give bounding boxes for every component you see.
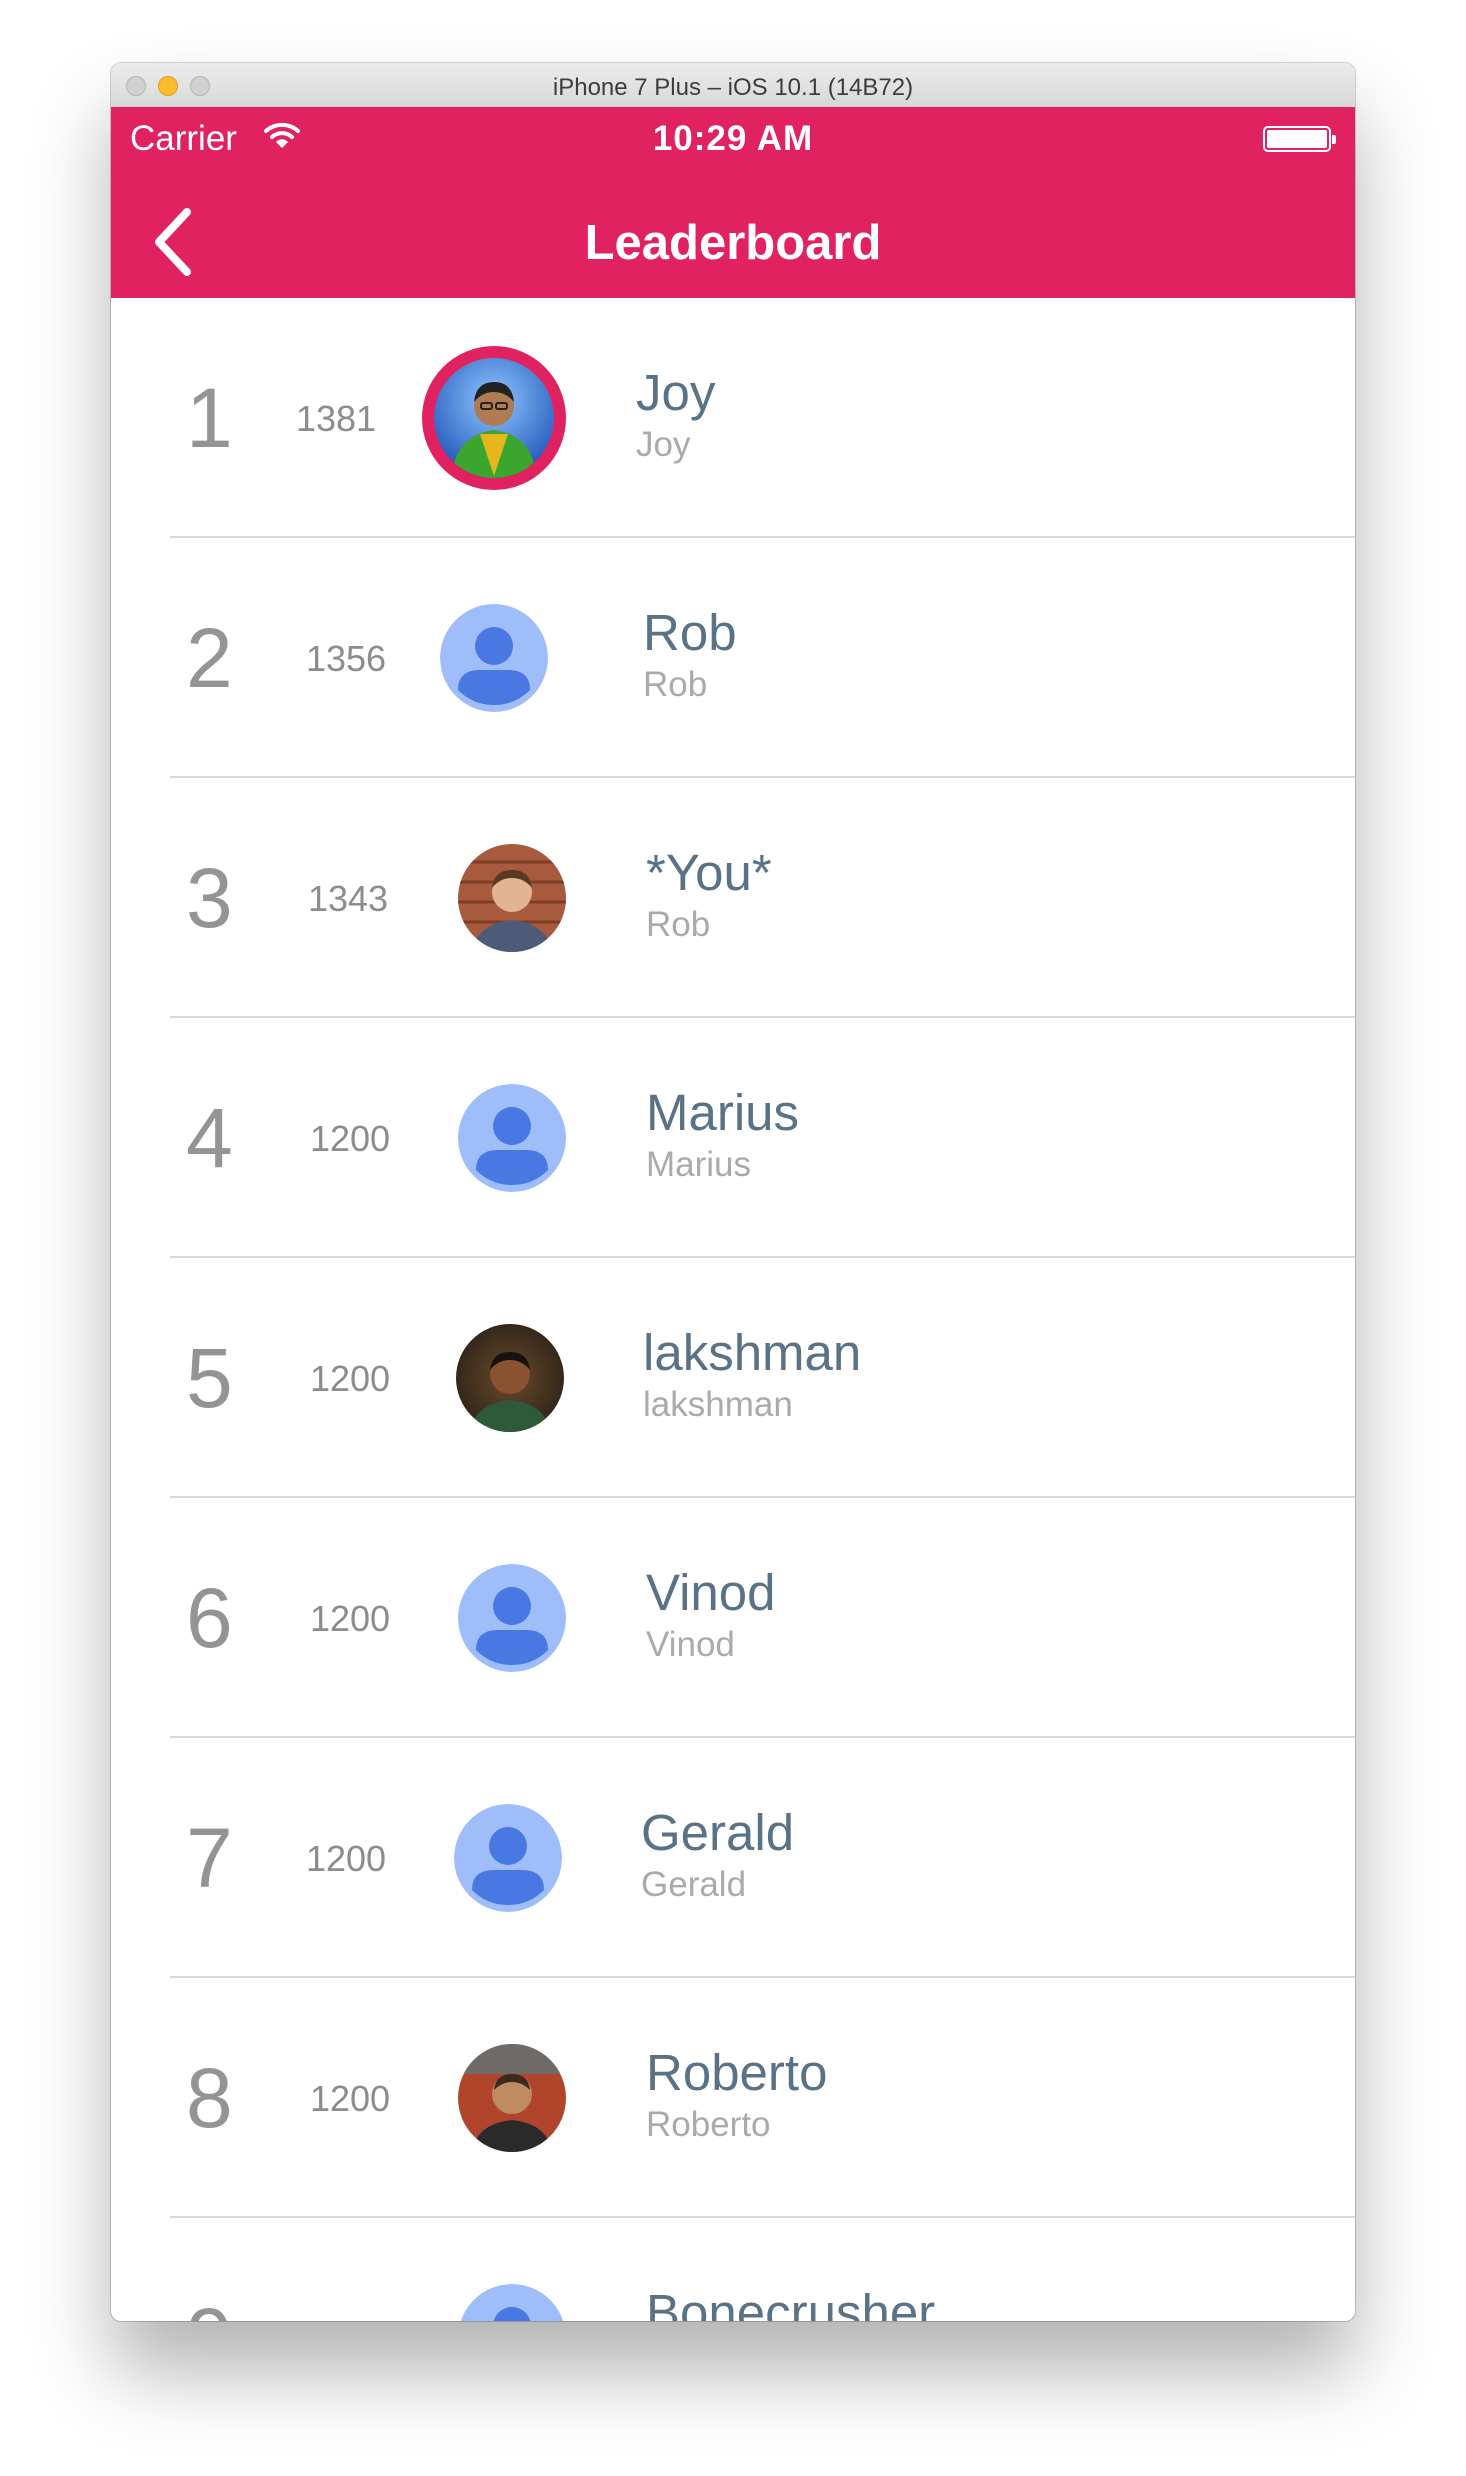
simulator-window: iPhone 7 Plus – iOS 10.1 (14B72) Carrier… xyxy=(111,63,1355,2321)
rank-number: 8 xyxy=(186,2051,233,2145)
default-avatar xyxy=(454,1804,562,1912)
score-value: 1200 xyxy=(309,2078,391,2119)
leaderboard-row[interactable]: 5 1200 lakshman lakshman xyxy=(111,1258,1355,1498)
leaderboard-row[interactable]: 7 1200 Gerald Gerald xyxy=(111,1738,1355,1978)
leaderboard-row[interactable]: 8 1200 Roberto Roberto xyxy=(111,1978,1355,2218)
score-value: 1200 xyxy=(309,1118,391,1159)
rank-number: 5 xyxy=(186,1331,233,1425)
avatar-highlighted xyxy=(422,346,566,490)
rank-number: 4 xyxy=(186,1091,233,1185)
player-name: Rob xyxy=(643,604,737,661)
user-icon xyxy=(440,604,548,712)
avatar xyxy=(456,1324,564,1432)
player-name: Roberto xyxy=(646,2044,828,2101)
leaderboard-list: 1 1381 Joy Joy 2 1356 Rob Rob 3 1343 *Yo… xyxy=(111,298,1355,2321)
score-value: 1343 xyxy=(307,878,389,919)
player-name: lakshman xyxy=(643,1324,862,1381)
user-icon xyxy=(460,2284,564,2321)
user-icon xyxy=(454,1804,562,1912)
player-username: Gerald xyxy=(641,1865,747,1904)
default-avatar xyxy=(458,1564,566,1672)
avatar xyxy=(458,2044,566,2152)
default-avatar xyxy=(458,2284,566,2321)
player-username: Joy xyxy=(636,425,691,464)
rank-number: 2 xyxy=(186,611,233,705)
page-title: Leaderboard xyxy=(584,216,882,270)
player-username: Vinod xyxy=(646,1625,735,1664)
player-name: Joy xyxy=(636,364,716,421)
leaderboard-row[interactable]: 6 1200 Vinod Vinod xyxy=(111,1498,1355,1738)
profile-photo xyxy=(434,358,554,478)
leaderboard-row[interactable]: 1 1381 Joy Joy xyxy=(111,298,1355,538)
player-name: Vinod xyxy=(646,1564,776,1621)
rank-number: 7 xyxy=(186,1811,233,1905)
window-titlebar: iPhone 7 Plus – iOS 10.1 (14B72) xyxy=(111,63,1355,108)
battery-icon xyxy=(1263,126,1336,152)
score-value: 1200 xyxy=(309,1598,391,1639)
rank-number: 3 xyxy=(186,851,233,945)
player-username: Rob xyxy=(643,665,708,704)
player-username: Marius xyxy=(646,1145,752,1184)
default-avatar xyxy=(458,1084,566,1192)
app-header: Carrier 10:29 AM Leaderboard xyxy=(111,107,1355,298)
score-value: 1200 xyxy=(305,1838,387,1879)
profile-photo xyxy=(458,2044,566,2152)
user-icon xyxy=(458,1084,566,1192)
window-title: iPhone 7 Plus – iOS 10.1 (14B72) xyxy=(552,74,914,101)
player-username: lakshman xyxy=(643,1385,793,1424)
player-name: Marius xyxy=(646,1084,800,1141)
rank-number: 1 xyxy=(186,371,233,465)
avatar xyxy=(458,844,566,952)
leaderboard-row[interactable]: 9 Bonecrusher xyxy=(111,2218,1355,2321)
user-icon xyxy=(458,1564,566,1672)
score-value: 1200 xyxy=(309,1358,391,1399)
back-button[interactable] xyxy=(145,204,205,280)
rank-number: 9 xyxy=(186,2293,266,2321)
leaderboard-row[interactable]: 3 1343 *You* Rob xyxy=(111,778,1355,1018)
rank-number: 6 xyxy=(186,1571,233,1665)
score-value: 1381 xyxy=(295,398,377,439)
score-value: 1356 xyxy=(305,638,387,679)
leaderboard-row[interactable]: 2 1356 Rob Rob xyxy=(111,538,1355,778)
profile-photo xyxy=(456,1324,564,1432)
player-name: Gerald xyxy=(641,1804,795,1861)
default-avatar xyxy=(440,604,548,712)
player-username: Rob xyxy=(646,905,711,944)
leaderboard-row[interactable]: 4 1200 Marius Marius xyxy=(111,1018,1355,1258)
player-name: *You* xyxy=(646,844,772,901)
status-bar-time: 10:29 AM xyxy=(652,119,814,158)
player-name: Bonecrusher xyxy=(646,2284,936,2321)
profile-photo xyxy=(458,844,566,952)
chevron-left-icon xyxy=(155,208,191,276)
player-username: Roberto xyxy=(646,2105,771,2144)
